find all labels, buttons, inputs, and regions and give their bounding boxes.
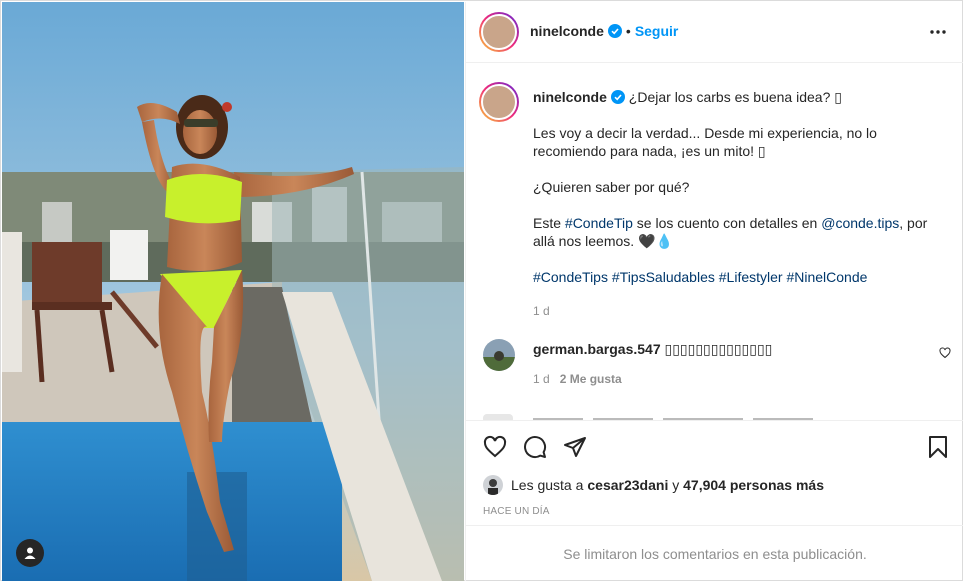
- header-avatar[interactable]: [479, 12, 519, 52]
- caption-paragraph-3: Este #CondeTip se los cuento con detalle…: [533, 214, 949, 250]
- verified-badge-icon: [607, 24, 622, 38]
- caption-age[interactable]: 1 d: [533, 302, 949, 320]
- follow-button[interactable]: Seguir: [635, 23, 679, 39]
- user-icon: [24, 547, 36, 559]
- caption-first-line: ¿Dejar los carbs es buena idea? ▯: [628, 89, 842, 105]
- comment-username[interactable]: german.bargas.547: [533, 341, 661, 357]
- action-bar: [466, 420, 963, 471]
- header-separator: •: [625, 23, 631, 39]
- hashtag-link[interactable]: #CondeTip: [565, 215, 633, 231]
- header-username[interactable]: ninelconde: [530, 23, 604, 39]
- hashtag-link[interactable]: #NinelConde: [786, 269, 867, 285]
- avatar-image: [483, 475, 503, 495]
- comments-limited-notice: Se limitaron los comentarios en esta pub…: [466, 525, 963, 582]
- comments-area[interactable]: ninelconde ¿Dejar los carbs es buena ide…: [466, 63, 963, 420]
- hashtag-link[interactable]: #CondeTips: [533, 269, 608, 285]
- post-side-panel: ninelconde • Seguir ninelconde ¿Dejar lo…: [465, 2, 963, 581]
- share-paper-plane-icon[interactable]: [562, 435, 588, 459]
- post-dialog: ninelconde • Seguir ninelconde ¿Dejar lo…: [0, 0, 963, 581]
- comment-likes[interactable]: 2 Me gusta: [560, 372, 622, 386]
- likes-mid: y: [668, 477, 684, 493]
- caption-text: se los cuento con detalles en: [632, 215, 822, 231]
- comment-like-heart-icon[interactable]: [939, 347, 951, 359]
- caption-username[interactable]: ninelconde: [533, 89, 607, 105]
- caption-paragraph-1: Les voy a decir la verdad... Desde mi ex…: [533, 125, 877, 159]
- caption-paragraph-2: ¿Quieren saber por qué?: [533, 179, 690, 195]
- comment-bubble-icon[interactable]: [522, 435, 548, 459]
- verified-badge-icon: [610, 90, 625, 104]
- caption-text: Este: [533, 215, 565, 231]
- partial-next-comment: [483, 410, 943, 420]
- comment-avatar[interactable]: [483, 339, 515, 371]
- like-heart-icon[interactable]: [482, 435, 508, 459]
- mention-link[interactable]: @conde.tips: [821, 215, 899, 231]
- post-photo[interactable]: [2, 2, 464, 581]
- avatar-image: [483, 339, 515, 371]
- caption-avatar[interactable]: [479, 82, 519, 122]
- cut-off-comment-glyphs: [483, 414, 813, 420]
- photo-illustration: [2, 2, 464, 581]
- likes-summary: Les gusta a cesar23dani y 47,904 persona…: [483, 475, 824, 495]
- caption-hashtags: #CondeTips #TipsSaludables #Lifestyler #…: [533, 268, 949, 286]
- likes-count-link[interactable]: 47,904 personas más: [683, 477, 824, 493]
- liker-username[interactable]: cesar23dani: [587, 477, 668, 493]
- save-bookmark-icon[interactable]: [926, 435, 950, 459]
- more-horizontal-icon[interactable]: [928, 22, 948, 42]
- caption: ninelconde ¿Dejar los carbs es buena ide…: [533, 88, 949, 320]
- tagged-users-button[interactable]: [16, 539, 44, 567]
- comment-meta: 1 d 2 Me gusta: [533, 372, 622, 386]
- comment: german.bargas.547 ▯▯▯▯▯▯▯▯▯▯▯▯▯▯: [533, 341, 772, 358]
- liker-avatar[interactable]: [483, 475, 503, 495]
- hashtag-link[interactable]: #Lifestyler: [719, 269, 783, 285]
- comment-text: ▯▯▯▯▯▯▯▯▯▯▯▯▯▯: [664, 341, 773, 357]
- hashtag-link[interactable]: #TipsSaludables: [612, 269, 715, 285]
- likes-prefix: Les gusta a: [511, 477, 584, 493]
- post-timestamp[interactable]: HACE UN DÍA: [483, 506, 550, 517]
- post-header: ninelconde • Seguir: [466, 2, 963, 63]
- comment-age[interactable]: 1 d: [533, 372, 550, 386]
